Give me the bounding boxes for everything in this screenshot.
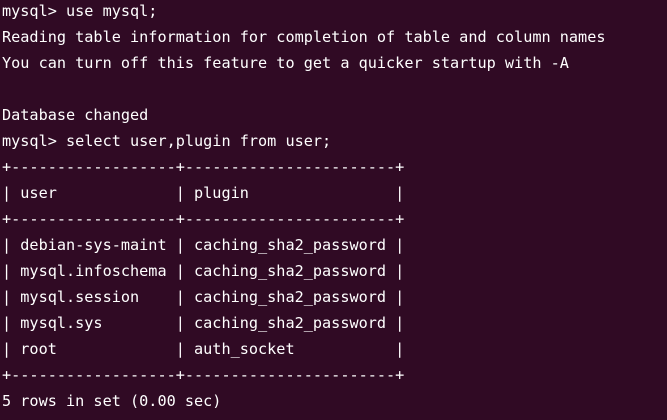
table-row: | mysql.infoschema | caching_sha2_passwo…: [2, 262, 405, 280]
table-row: | mysql.session | caching_sha2_password …: [2, 288, 405, 306]
command-use-mysql: mysql> use mysql;: [2, 2, 158, 20]
table-border-top: +------------------+--------------------…: [2, 158, 405, 176]
info-turn-off-feature: You can turn off this feature to get a q…: [2, 54, 569, 72]
result-summary: 5 rows in set (0.00 sec): [2, 392, 222, 410]
status-database-changed: Database changed: [2, 106, 149, 124]
terminal-window[interactable]: mysql> use mysql; Reading table informat…: [0, 0, 667, 420]
table-border-header: +------------------+--------------------…: [2, 210, 405, 228]
table-row: | root | auth_socket |: [2, 340, 405, 358]
table-row: | mysql.sys | caching_sha2_password |: [2, 314, 405, 332]
table-border-bottom: +------------------+--------------------…: [2, 366, 405, 384]
info-reading-table: Reading table information for completion…: [2, 28, 606, 46]
table-row: | debian-sys-maint | caching_sha2_passwo…: [2, 236, 405, 254]
table-header-row: | user | plugin |: [2, 184, 405, 202]
command-select-users: mysql> select user,plugin from user;: [2, 132, 332, 150]
